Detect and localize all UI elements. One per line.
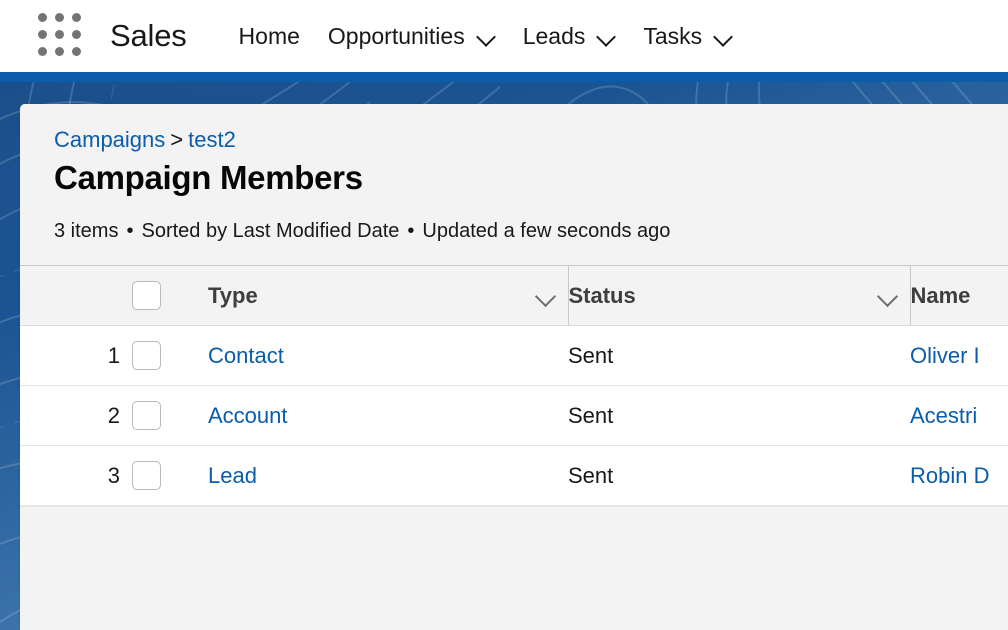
meta-bullet: •	[126, 220, 133, 242]
row-select-checkbox[interactable]	[132, 401, 161, 430]
page-title: Campaign Members	[54, 158, 1008, 198]
cell-status: Sent	[568, 446, 910, 506]
cell-type: Lead	[208, 446, 568, 506]
launcher-dot	[38, 13, 47, 22]
nav-item-label: Opportunities	[328, 23, 465, 50]
sorted-by-text: Sorted by Last Modified Date	[141, 220, 399, 242]
app-launcher-grid-icon[interactable]	[38, 13, 84, 59]
column-header-status[interactable]: Status	[568, 266, 910, 326]
breadcrumb-current-link[interactable]: test2	[188, 127, 236, 152]
chevron-down-icon[interactable]	[715, 28, 732, 45]
column-header-name[interactable]: Name	[910, 266, 1008, 326]
column-header-type[interactable]: Type	[208, 266, 568, 326]
cell-status: Sent	[568, 326, 910, 386]
breadcrumb-separator: >	[170, 127, 183, 152]
launcher-dot	[38, 30, 47, 39]
column-header-label: Name	[911, 283, 971, 309]
table-header-row: Type Status Name	[20, 266, 1008, 326]
table-body: 1 Contact Sent Oliver I 2	[20, 326, 1008, 506]
row-select-checkbox[interactable]	[132, 341, 161, 370]
cell-name: Acestri	[910, 386, 1008, 446]
campaign-members-table: Type Status Name	[20, 266, 1008, 506]
meta-bullet: •	[407, 220, 414, 242]
launcher-dot	[55, 30, 64, 39]
table-row[interactable]: 2 Account Sent Acestri	[20, 386, 1008, 446]
row-select-cell	[120, 446, 208, 506]
row-select-cell	[120, 386, 208, 446]
chevron-down-icon[interactable]	[878, 286, 898, 306]
row-number: 2	[20, 386, 120, 446]
nav-item-tasks[interactable]: Tasks	[629, 0, 746, 72]
nav-item-label: Tasks	[643, 23, 702, 50]
table-row[interactable]: 3 Lead Sent Robin D	[20, 446, 1008, 506]
brand-color-bar	[0, 72, 1008, 82]
launcher-dot	[38, 47, 47, 56]
salesforce-lightning-page: Sales Home Opportunities Leads Tasks	[0, 0, 1008, 630]
launcher-dot	[72, 47, 81, 56]
item-count: 3 items	[54, 220, 118, 242]
global-navigation: Home Opportunities Leads Tasks	[225, 0, 747, 72]
column-header-label: Type	[208, 283, 258, 309]
column-header-label: Status	[569, 283, 636, 309]
nav-item-opportunities[interactable]: Opportunities	[314, 0, 509, 72]
chevron-down-icon[interactable]	[598, 28, 615, 45]
nav-item-label: Leads	[523, 23, 586, 50]
launcher-dot	[72, 13, 81, 22]
breadcrumb: Campaigns>test2	[54, 126, 1008, 154]
cell-type: Account	[208, 386, 568, 446]
cell-name: Robin D	[910, 446, 1008, 506]
select-all-header	[120, 266, 208, 326]
list-view-card: Campaigns>test2 Campaign Members 3 items…	[20, 104, 1008, 630]
list-view-meta: 3 items • Sorted by Last Modified Date • Upd…	[54, 220, 1008, 243]
name-link[interactable]: Acestri	[910, 403, 977, 428]
cell-type: Contact	[208, 326, 568, 386]
launcher-dot	[55, 47, 64, 56]
nav-item-home[interactable]: Home	[225, 0, 314, 72]
chevron-down-icon[interactable]	[536, 286, 556, 306]
name-link[interactable]: Robin D	[910, 463, 989, 488]
launcher-dot	[72, 30, 81, 39]
data-table-container[interactable]: Type Status Name	[20, 265, 1008, 594]
select-all-checkbox[interactable]	[132, 281, 161, 310]
nav-item-label: Home	[239, 23, 300, 50]
type-link[interactable]: Account	[208, 403, 288, 428]
app-name[interactable]: Sales	[110, 18, 187, 54]
row-number: 1	[20, 326, 120, 386]
launcher-dot	[55, 13, 64, 22]
type-link[interactable]: Lead	[208, 463, 257, 488]
nav-item-leads[interactable]: Leads	[509, 0, 630, 72]
table-footer-space	[20, 506, 1008, 594]
cell-name: Oliver I	[910, 326, 1008, 386]
row-select-cell	[120, 326, 208, 386]
type-link[interactable]: Contact	[208, 343, 284, 368]
page-header: Campaigns>test2 Campaign Members 3 items…	[20, 104, 1008, 243]
chevron-down-icon[interactable]	[478, 28, 495, 45]
name-link[interactable]: Oliver I	[910, 343, 980, 368]
row-number: 3	[20, 446, 120, 506]
row-number-header	[20, 266, 120, 326]
cell-status: Sent	[568, 386, 910, 446]
global-header: Sales Home Opportunities Leads Tasks	[0, 0, 1008, 72]
breadcrumb-parent-link[interactable]: Campaigns	[54, 127, 165, 152]
updated-text: Updated a few seconds ago	[422, 220, 670, 242]
table-header: Type Status Name	[20, 266, 1008, 326]
table-row[interactable]: 1 Contact Sent Oliver I	[20, 326, 1008, 386]
row-select-checkbox[interactable]	[132, 461, 161, 490]
